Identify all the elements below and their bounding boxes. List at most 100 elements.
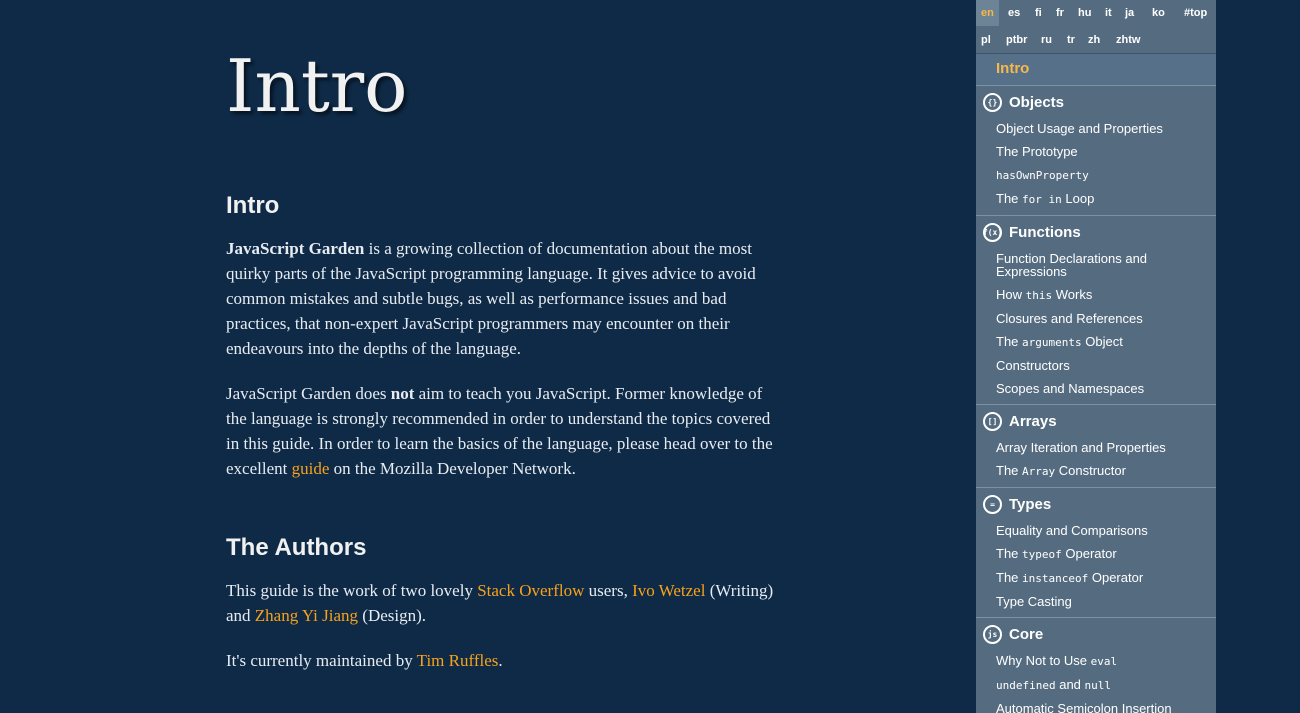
nav-item-code: hasOwnProperty: [996, 169, 1089, 182]
guide-link[interactable]: guide: [292, 459, 330, 478]
language-ptbr[interactable]: ptbr: [1001, 27, 1032, 53]
nav-item-text: The: [996, 191, 1023, 206]
nav-item-text: Automatic Semicolon Insertion: [996, 701, 1172, 713]
nav-item-text: Constructors: [996, 358, 1070, 373]
disclaimer-paragraph: JavaScript Garden does not aim to teach …: [226, 381, 776, 481]
sidebar-item[interactable]: The arguments Object: [976, 330, 1216, 354]
nav-item-code: null: [1084, 679, 1112, 692]
language-it[interactable]: it: [1100, 0, 1117, 26]
bold-text: not: [390, 384, 415, 403]
sidebar-item[interactable]: Function Declarations and Expressions: [976, 247, 1216, 283]
nav-item-text: Type Casting: [996, 594, 1072, 609]
sidebar-section-core: js Core Why Not to Use eval undefined and n…: [976, 619, 1216, 713]
sidebar-item[interactable]: Why Not to Use eval: [976, 649, 1216, 673]
paragraph-text: on the Mozilla Developer Network.: [329, 459, 576, 478]
paragraph-text: This guide is the work of two lovely: [226, 581, 478, 600]
sidebar-item[interactable]: Constructors: [976, 354, 1216, 377]
sidebar-item-intro[interactable]: Intro: [976, 54, 1216, 86]
sidebar-item[interactable]: The Prototype: [976, 140, 1216, 163]
section-header-functions[interactable]: f(x) Functions: [976, 217, 1216, 247]
tim-ruffles-link[interactable]: Tim Ruffles: [417, 651, 499, 670]
language-es[interactable]: es: [1003, 0, 1025, 26]
language-ko[interactable]: ko: [1147, 0, 1170, 26]
sidebar-item[interactable]: undefined and null: [976, 673, 1216, 697]
nav-item-text: How: [996, 287, 1026, 302]
nav-item-text: The: [996, 570, 1023, 585]
section-header-types[interactable]: = Types: [976, 489, 1216, 519]
types-section-icon: =: [983, 494, 1002, 514]
sidebar-item[interactable]: Object Usage and Properties: [976, 117, 1216, 140]
zhang-yi-jiang-link[interactable]: Zhang Yi Jiang: [255, 606, 358, 625]
nav-item-text: Function Declarations and Expressions: [996, 251, 1148, 279]
section-title: Core: [1009, 625, 1044, 643]
sidebar-item[interactable]: How this Works: [976, 283, 1216, 307]
language-fi[interactable]: fi: [1030, 0, 1047, 26]
paragraph-text: JavaScript Garden does: [226, 384, 391, 403]
sidebar-item[interactable]: The for in Loop: [976, 187, 1216, 211]
language-fr[interactable]: fr: [1051, 0, 1069, 26]
nav-item-text: Closures and References: [996, 311, 1143, 326]
sidebar-item[interactable]: Closures and References: [976, 307, 1216, 330]
paragraph-text: (Design).: [358, 606, 427, 625]
language-ja[interactable]: ja: [1120, 0, 1139, 26]
nav-item-text: Object: [1081, 334, 1123, 349]
section-header-objects[interactable]: {} Objects: [976, 87, 1216, 117]
sidebar-item[interactable]: The instanceof Operator: [976, 566, 1216, 590]
authors-heading: The Authors: [226, 534, 367, 561]
paragraph-text: .: [498, 651, 503, 670]
nav-item-text: Loop: [1061, 191, 1095, 206]
nav-item-code: this: [1025, 289, 1053, 302]
sidebar-item[interactable]: Array Iteration and Properties: [976, 436, 1216, 459]
section-title: Objects: [1009, 93, 1065, 111]
paragraph-text: It's currently maintained by: [226, 651, 417, 670]
nav-item-code: arguments: [1022, 336, 1082, 349]
language-ru[interactable]: ru: [1036, 27, 1057, 53]
nav-item-code: Array: [1022, 465, 1056, 478]
bold-text: JavaScript Garden: [226, 239, 365, 258]
nav-item-text: The: [996, 546, 1023, 561]
nav-item-code: typeof: [1022, 548, 1062, 561]
nav-item-text: The: [996, 463, 1023, 478]
nav-item-text: Array Iteration and Properties: [996, 440, 1166, 455]
section-header-core[interactable]: js Core: [976, 619, 1216, 649]
sidebar-nav: en es fi fr hu it ja ko #top pl ptbr ru tr zh zhtw Int…: [976, 0, 1216, 713]
sidebar-item[interactable]: Type Casting: [976, 590, 1216, 613]
section-header-arrays[interactable]: [] Arrays: [976, 406, 1216, 436]
ivo-wetzel-link[interactable]: Ivo Wetzel: [632, 581, 705, 600]
sidebar-section-types: = Types Equality and Comparisons The typeof…: [976, 489, 1216, 618]
sidebar-item[interactable]: The typeof Operator: [976, 542, 1216, 566]
page-title: Intro: [226, 44, 408, 128]
maintainer-paragraph: It's currently maintained by Tim Ruffles…: [226, 648, 776, 673]
language-tr[interactable]: tr: [1062, 27, 1080, 53]
sidebar-section-arrays: [] Arrays Array Iteration and Properties Th…: [976, 406, 1216, 488]
page: Intro Intro JavaScript Garden is a growi…: [0, 0, 1300, 713]
language-pl[interactable]: pl: [976, 27, 996, 53]
section-title: Functions: [1009, 223, 1081, 241]
objects-section-icon: {}: [983, 92, 1002, 112]
nav-item-code: instanceof: [1022, 572, 1089, 585]
sidebar-item[interactable]: Automatic Semicolon Insertion: [976, 697, 1216, 713]
language-hash-top[interactable]: #top: [1179, 0, 1212, 26]
nav-item-text: The: [996, 334, 1023, 349]
language-zh[interactable]: zh: [1083, 27, 1105, 53]
nav-item-text: Equality and Comparisons: [996, 523, 1148, 538]
intro-paragraph: JavaScript Garden is a growing collectio…: [226, 236, 776, 361]
sidebar-item[interactable]: Equality and Comparisons: [976, 519, 1216, 542]
sidebar-section-objects: {} Objects Object Usage and Properties The …: [976, 87, 1216, 216]
language-selector: en es fi fr hu it ja ko #top pl ptbr ru tr zh zhtw: [976, 0, 1216, 54]
language-zhtw[interactable]: zhtw: [1111, 27, 1145, 53]
sidebar-item[interactable]: hasOwnProperty: [976, 163, 1216, 187]
sidebar-item[interactable]: The Array Constructor: [976, 459, 1216, 483]
stack-overflow-link[interactable]: Stack Overflow: [477, 581, 584, 600]
nav-item-text: Works: [1052, 287, 1093, 302]
nav-item-text: Scopes and Namespaces: [996, 381, 1145, 396]
sidebar-item[interactable]: Scopes and Namespaces: [976, 377, 1216, 400]
nav-item-text: The Prototype: [996, 144, 1078, 159]
sidebar-section-functions: f(x) Functions Function Declarations and E…: [976, 217, 1216, 405]
language-hu[interactable]: hu: [1073, 0, 1096, 26]
nav-item-text: Object Usage and Properties: [996, 121, 1163, 136]
nav-item-text: and: [1055, 677, 1085, 692]
nav-item-text: Operator: [1061, 546, 1117, 561]
intro-heading: Intro: [226, 192, 280, 219]
language-en[interactable]: en: [976, 0, 999, 26]
